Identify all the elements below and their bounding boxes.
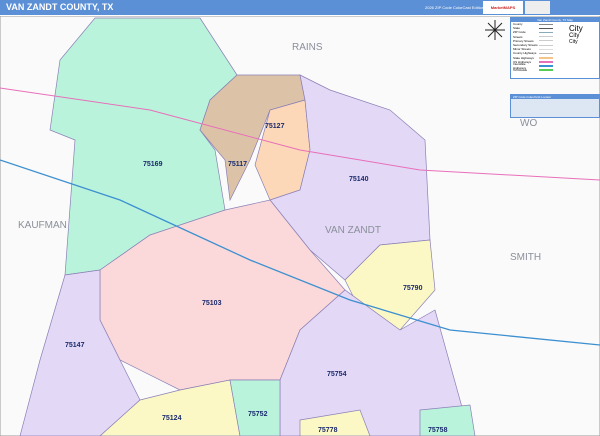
county-label-smith: SMITH <box>510 252 541 263</box>
logo-secondary <box>525 1 550 14</box>
compass-rose-icon <box>485 20 505 40</box>
logo: MarketMAPS <box>483 1 523 14</box>
county-label-wood: WO <box>520 118 537 129</box>
zip-label-75124: 75124 <box>162 415 182 422</box>
map-title: VAN ZANDT COUNTY, TX <box>6 2 114 12</box>
zip-label-75754: 75754 <box>327 371 347 378</box>
edition-label: 2026 ZIP Code ColorCast Edition <box>425 5 485 10</box>
county-label-van-zandt: VAN ZANDT <box>325 225 381 236</box>
zip-label-75103: 75103 <box>202 300 222 307</box>
zip-index-table: ZIP Code Index/Grid Locator <box>510 94 600 118</box>
legend-item: Toll Roads <box>511 68 569 72</box>
legend-city-large: City <box>569 24 583 33</box>
county-label-rains: RAINS <box>292 42 323 53</box>
zip-label-75752: 75752 <box>248 411 268 418</box>
legend-city-small: City <box>569 39 578 45</box>
zip-label-75117: 75117 <box>228 161 247 168</box>
zip-index-title: ZIP Code Index/Grid Locator <box>511 95 599 99</box>
county-label-kaufman: KAUFMAN <box>18 220 67 231</box>
zip-label-75169: 75169 <box>143 161 163 168</box>
zip-label-75140: 75140 <box>349 176 369 183</box>
zip-label-75147: 75147 <box>65 342 85 349</box>
header-bar: VAN ZANDT COUNTY, TX 2026 ZIP Code Color… <box>0 0 600 15</box>
zip-label-75778: 75778 <box>318 427 338 434</box>
zip-label-75758: 75758 <box>428 427 448 434</box>
zip-map[interactable]: RAINS KAUFMAN VAN ZANDT SMITH WO 75117 7… <box>0 16 600 436</box>
zip-label-75790: 75790 <box>403 285 423 292</box>
map-legend: Van Zandt County, TX Map County State ZI… <box>510 17 600 79</box>
zip-label-75127: 75127 <box>265 123 285 130</box>
